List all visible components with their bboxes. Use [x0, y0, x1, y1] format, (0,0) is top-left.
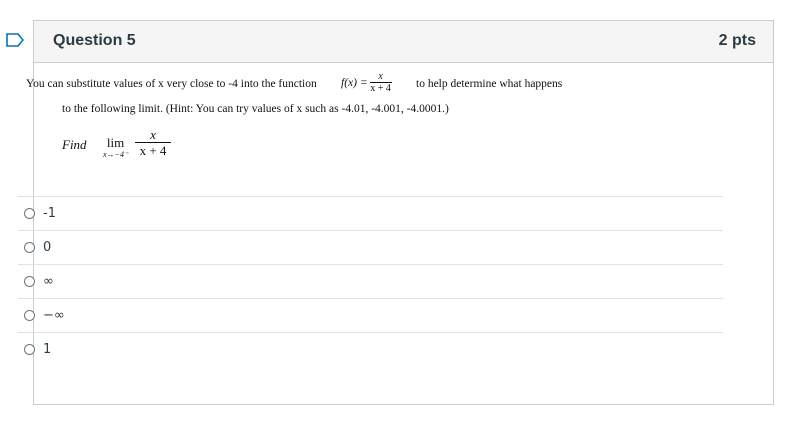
- radio-button-icon[interactable]: [24, 276, 35, 287]
- radio-button-icon[interactable]: [24, 310, 35, 321]
- prompt-line-1: You can substitute values of x very clos…: [26, 78, 317, 90]
- answer-label: ∞: [43, 274, 54, 289]
- question-title: Question 5: [53, 32, 136, 49]
- function-numerator: x: [378, 71, 383, 82]
- answer-list: -1 0 ∞ −∞ 1: [18, 196, 723, 366]
- answer-option[interactable]: 1: [18, 332, 723, 366]
- radio-button-icon[interactable]: [24, 344, 35, 355]
- radio-button-icon[interactable]: [24, 208, 35, 219]
- question-points: 2 pts: [718, 32, 756, 49]
- limit-word: lim: [106, 135, 125, 150]
- limit-fraction: x x + 4: [135, 127, 171, 159]
- limit-denominator: x + 4: [139, 143, 167, 158]
- function-name: f(x) =: [341, 77, 368, 89]
- limit-operator: lim x→−4⁻: [103, 135, 129, 160]
- limit-subscript: x→−4⁻: [103, 150, 129, 159]
- flag-question-icon[interactable]: [6, 33, 24, 47]
- answer-label: 0: [43, 240, 52, 255]
- answer-label: 1: [43, 342, 52, 357]
- prompt-line-1-end: to help determine what happens: [416, 78, 563, 90]
- question-header: Question 5 2 pts: [34, 21, 773, 63]
- function-denominator: x + 4: [370, 83, 391, 94]
- radio-button-icon[interactable]: [24, 242, 35, 253]
- function-fraction: x x + 4: [369, 71, 392, 95]
- answer-option[interactable]: -1: [18, 196, 723, 230]
- answer-label: −∞: [43, 308, 65, 323]
- limit-numerator: x: [150, 127, 156, 142]
- find-label: Find: [62, 137, 87, 152]
- answer-option[interactable]: −∞: [18, 298, 723, 332]
- function-definition: f(x) = x x + 4: [341, 71, 392, 95]
- answer-option[interactable]: ∞: [18, 264, 723, 298]
- prompt-line-2: to the following limit. (Hint: You can t…: [62, 103, 449, 115]
- answer-option[interactable]: 0: [18, 230, 723, 264]
- answer-label: -1: [43, 206, 56, 221]
